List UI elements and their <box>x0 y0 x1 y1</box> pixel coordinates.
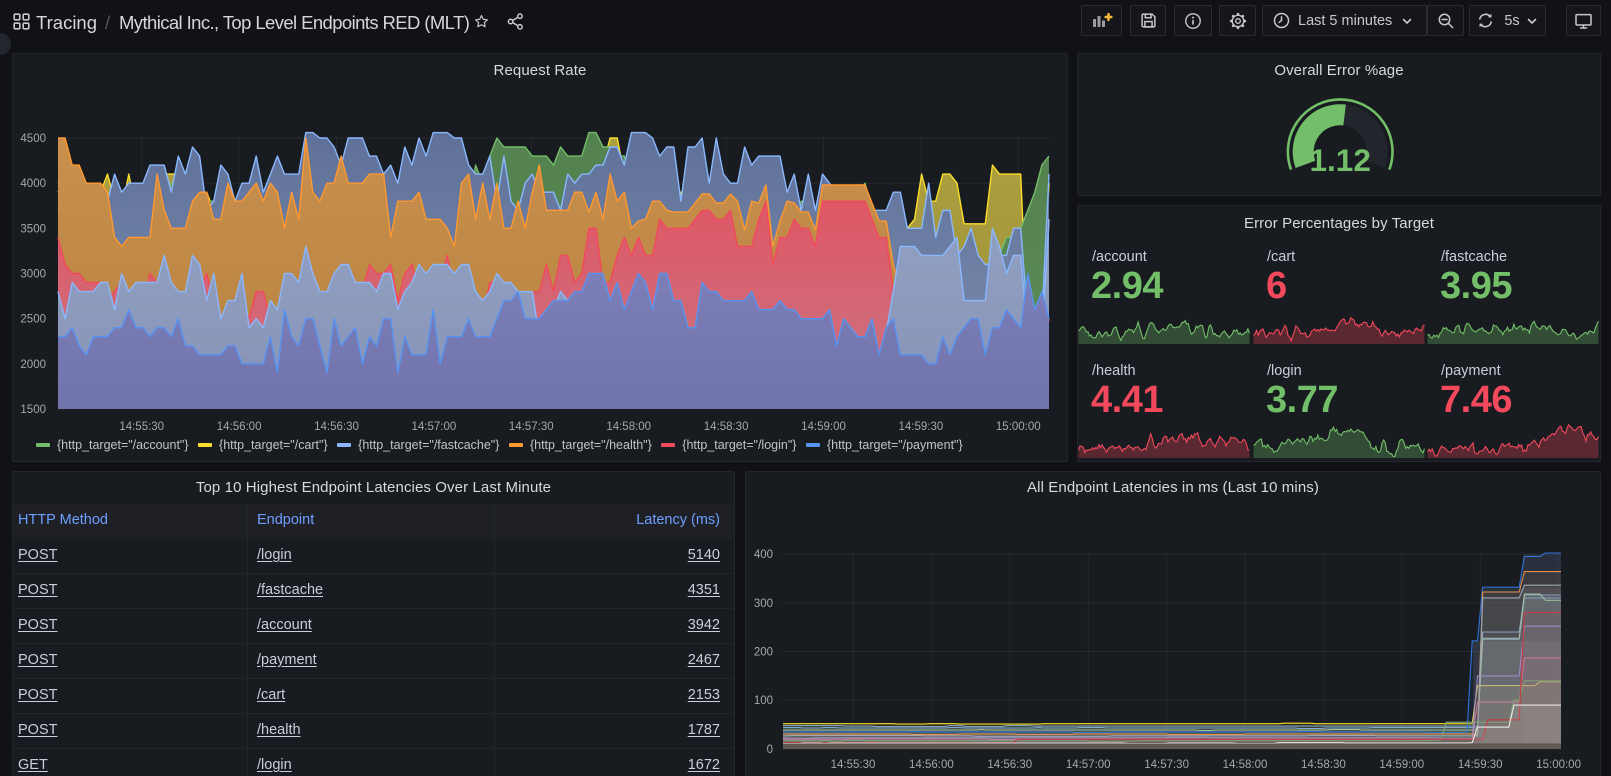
svg-text:3000: 3000 <box>20 269 46 281</box>
svg-text:15:00:00: 15:00:00 <box>1536 759 1581 771</box>
svg-text:14:56:00: 14:56:00 <box>217 421 262 433</box>
svg-text:14:55:30: 14:55:30 <box>119 421 164 433</box>
svg-text:14:56:00: 14:56:00 <box>909 759 954 771</box>
svg-text:300: 300 <box>754 598 773 610</box>
svg-text:1500: 1500 <box>20 404 46 416</box>
svg-text:14:57:30: 14:57:30 <box>509 421 554 433</box>
svg-text:14:58:30: 14:58:30 <box>704 421 749 433</box>
svg-text:100: 100 <box>754 695 773 707</box>
svg-text:4000: 4000 <box>20 178 46 190</box>
svg-text:14:57:00: 14:57:00 <box>1066 759 1111 771</box>
svg-text:400: 400 <box>754 549 773 561</box>
svg-text:14:59:00: 14:59:00 <box>801 421 846 433</box>
svg-text:14:55:30: 14:55:30 <box>831 759 876 771</box>
svg-text:0: 0 <box>767 744 773 756</box>
svg-text:14:58:00: 14:58:00 <box>1223 759 1268 771</box>
svg-text:14:56:30: 14:56:30 <box>987 759 1032 771</box>
svg-text:14:58:00: 14:58:00 <box>606 421 651 433</box>
svg-text:14:59:00: 14:59:00 <box>1379 759 1424 771</box>
svg-text:14:56:30: 14:56:30 <box>314 421 359 433</box>
svg-text:15:00:00: 15:00:00 <box>996 421 1041 433</box>
svg-text:1.12: 1.12 <box>1310 142 1371 178</box>
svg-text:200: 200 <box>754 647 773 659</box>
svg-text:14:57:00: 14:57:00 <box>412 421 457 433</box>
svg-text:2500: 2500 <box>20 314 46 326</box>
svg-text:3500: 3500 <box>20 223 46 235</box>
svg-text:14:57:30: 14:57:30 <box>1144 759 1189 771</box>
svg-text:14:59:30: 14:59:30 <box>1458 759 1503 771</box>
svg-text:14:58:30: 14:58:30 <box>1301 759 1346 771</box>
svg-text:14:59:30: 14:59:30 <box>899 421 944 433</box>
svg-text:4500: 4500 <box>20 133 46 145</box>
svg-text:2000: 2000 <box>20 359 46 371</box>
